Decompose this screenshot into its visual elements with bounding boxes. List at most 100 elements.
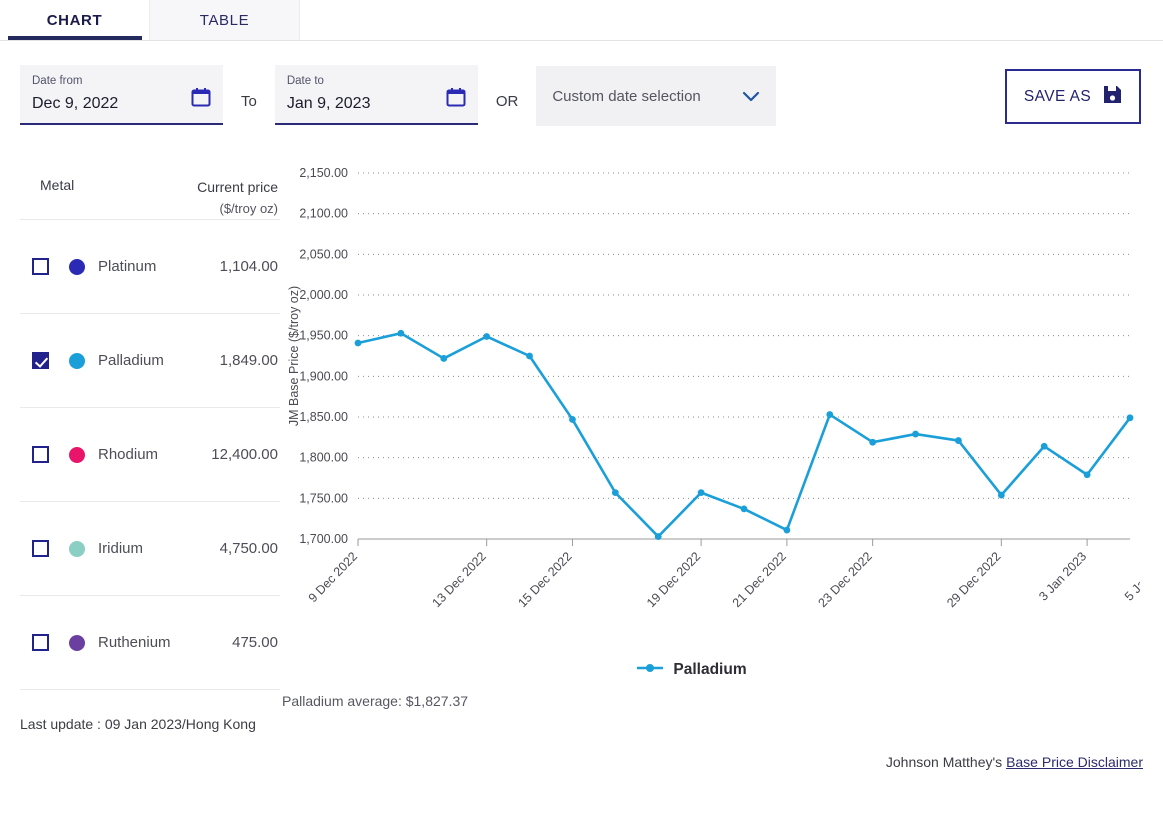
- metal-name: Iridium: [98, 540, 220, 557]
- y-axis-title: JM Base Price ($/troy oz): [287, 286, 301, 426]
- data-point[interactable]: [741, 506, 748, 513]
- x-axis-tick-label: 23 Dec 2022: [816, 549, 875, 610]
- metal-row-iridium[interactable]: Iridium4,750.00: [20, 501, 280, 595]
- y-axis-tick-label: 1,800.00: [299, 451, 348, 465]
- content-area: Metal Current price ($/troy oz) Platinum…: [0, 149, 1163, 732]
- x-axis-tick-label: 21 Dec 2022: [730, 549, 789, 610]
- save-as-button[interactable]: SAVE AS: [1005, 69, 1141, 124]
- header-current-price-label: Current price: [197, 179, 278, 195]
- data-point[interactable]: [440, 355, 447, 362]
- y-axis-tick-label: 2,050.00: [299, 247, 348, 261]
- calendar-icon[interactable]: [191, 87, 211, 107]
- y-axis-tick-label: 1,750.00: [299, 491, 348, 505]
- disclaimer: Johnson Matthey's Base Price Disclaimer: [886, 754, 1143, 770]
- metal-color-swatch: [69, 447, 85, 463]
- data-point[interactable]: [698, 489, 705, 496]
- y-axis-tick-label: 1,900.00: [299, 369, 348, 383]
- metal-checkbox-ruthenium[interactable]: [32, 634, 49, 651]
- data-point[interactable]: [569, 416, 576, 423]
- y-axis-tick-label: 1,850.00: [299, 410, 348, 424]
- metal-checkbox-iridium[interactable]: [32, 540, 49, 557]
- legend-label-palladium: Palladium: [673, 661, 746, 679]
- metal-selector-panel: Metal Current price ($/troy oz) Platinum…: [20, 149, 280, 732]
- header-metal: Metal: [40, 177, 74, 193]
- metal-color-swatch: [69, 541, 85, 557]
- metal-table-header: Metal Current price ($/troy oz): [20, 177, 280, 219]
- custom-date-selection-value: Custom date selection: [552, 88, 700, 105]
- chart-legend: Palladium: [240, 661, 1143, 679]
- x-axis-tick-label: 5 Jan 2023: [1122, 549, 1140, 603]
- data-point[interactable]: [397, 330, 404, 337]
- floppy-disk-icon: [1103, 85, 1122, 109]
- y-axis-tick-label: 1,700.00: [299, 532, 348, 546]
- y-axis-tick-label: 2,150.00: [299, 166, 348, 180]
- metal-row-rhodium[interactable]: Rhodium12,400.00: [20, 407, 280, 501]
- x-axis-tick-label: 19 Dec 2022: [644, 549, 703, 610]
- price-line-chart[interactable]: 1,700.00 1,750.00 1,800.00 1,850.00 1,900.00…: [280, 159, 1140, 659]
- data-point[interactable]: [869, 439, 876, 446]
- date-to-label: Date to: [287, 74, 466, 88]
- data-point[interactable]: [912, 431, 919, 438]
- metal-price: 1,849.00: [220, 352, 278, 369]
- tab-bar: CHART TABLE: [0, 0, 1163, 41]
- metal-price: 12,400.00: [211, 446, 278, 463]
- tab-chart-label: CHART: [47, 12, 103, 29]
- metal-price: 1,104.00: [220, 258, 278, 275]
- metal-color-swatch: [69, 353, 85, 369]
- metal-checkbox-platinum[interactable]: [32, 258, 49, 275]
- date-joiner-or: OR: [496, 93, 519, 110]
- save-as-label: SAVE AS: [1024, 88, 1091, 106]
- data-point[interactable]: [355, 340, 362, 347]
- metal-checkbox-palladium[interactable]: [32, 352, 49, 369]
- data-point[interactable]: [1127, 414, 1134, 421]
- legend-marker-palladium: [636, 661, 664, 679]
- x-axis-tick-label: 9 Dec 2022: [306, 549, 361, 605]
- data-point[interactable]: [526, 353, 533, 360]
- date-from-field[interactable]: Date from Dec 9, 2022: [20, 65, 223, 125]
- base-price-disclaimer-link[interactable]: Base Price Disclaimer: [1006, 754, 1143, 770]
- metal-price: 475.00: [232, 634, 278, 651]
- x-axis-tick-label: 13 Dec 2022: [430, 549, 489, 610]
- tab-chart[interactable]: CHART: [0, 0, 150, 40]
- metal-price: 4,750.00: [220, 540, 278, 557]
- y-axis-tick-label: 2,100.00: [299, 207, 348, 221]
- data-point[interactable]: [655, 533, 662, 540]
- header-price-unit: ($/troy oz): [197, 198, 278, 219]
- data-point[interactable]: [1041, 443, 1048, 450]
- metal-name: Palladium: [98, 352, 220, 369]
- x-axis-tick-label: 15 Dec 2022: [515, 549, 574, 610]
- header-current-price: Current price ($/troy oz): [197, 177, 278, 219]
- date-joiner-to: To: [241, 93, 257, 110]
- metal-checkbox-rhodium[interactable]: [32, 446, 49, 463]
- average-note: Palladium average: $1,827.37: [280, 693, 1143, 709]
- metal-color-swatch: [69, 259, 85, 275]
- y-axis-tick-label: 1,950.00: [299, 329, 348, 343]
- disclaimer-prefix: Johnson Matthey's: [886, 754, 1006, 770]
- tab-table-label: TABLE: [200, 12, 249, 29]
- calendar-icon[interactable]: [446, 87, 466, 107]
- data-point[interactable]: [783, 527, 790, 534]
- data-point[interactable]: [955, 437, 962, 444]
- metal-list: Platinum1,104.00Palladium1,849.00Rhodium…: [20, 219, 280, 689]
- last-update-text: Last update : 09 Jan 2023/Hong Kong: [20, 690, 280, 732]
- custom-date-selection-dropdown[interactable]: Custom date selection: [536, 66, 776, 126]
- data-point[interactable]: [998, 492, 1005, 499]
- metal-row-platinum[interactable]: Platinum1,104.00: [20, 219, 280, 313]
- data-point[interactable]: [612, 489, 619, 496]
- metal-name: Platinum: [98, 258, 220, 275]
- chart-panel: 1,700.00 1,750.00 1,800.00 1,850.00 1,900.00…: [280, 149, 1143, 732]
- y-axis-tick-label: 2,000.00: [299, 288, 348, 302]
- date-from-value: Dec 9, 2022: [32, 95, 211, 113]
- date-from-label: Date from: [32, 74, 211, 88]
- x-axis-tick-label: 3 Jan 2023: [1036, 549, 1089, 603]
- metal-name: Ruthenium: [98, 634, 232, 651]
- metal-name: Rhodium: [98, 446, 211, 463]
- data-point[interactable]: [483, 333, 490, 340]
- tab-table[interactable]: TABLE: [150, 0, 300, 40]
- data-point[interactable]: [826, 411, 833, 418]
- date-to-field[interactable]: Date to Jan 9, 2023: [275, 65, 478, 125]
- data-point[interactable]: [1084, 471, 1091, 478]
- metal-row-palladium[interactable]: Palladium1,849.00: [20, 313, 280, 407]
- x-axis-tick-label: 29 Dec 2022: [944, 549, 1003, 610]
- chevron-down-icon: [742, 90, 760, 108]
